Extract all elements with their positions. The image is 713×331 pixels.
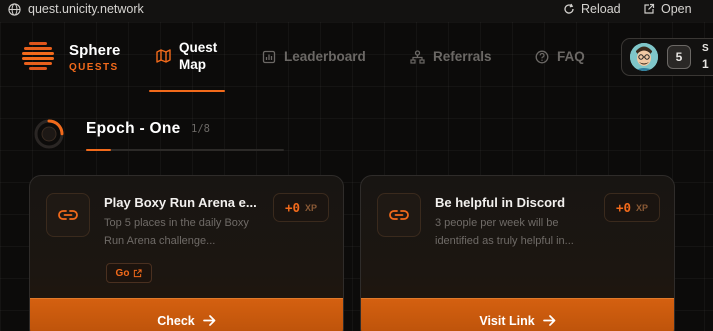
epoch-title: Epoch - One xyxy=(86,120,181,137)
nav-leaderboard[interactable]: Leaderboard xyxy=(262,49,366,64)
quest-description: 3 people per week will be identified as … xyxy=(435,217,574,247)
quest-icon-box xyxy=(46,193,90,237)
browser-bar: quest.unicity.network Reload Open xyxy=(0,0,713,22)
quest-card: Be helpful in Discord 3 people per week … xyxy=(360,175,675,331)
open-label: Open xyxy=(661,2,692,16)
app-header: Sphere QUESTS Quest Map Leaderboard Refe… xyxy=(0,22,713,92)
check-label: Check xyxy=(157,313,195,328)
external-link-icon xyxy=(134,268,143,277)
link-icon xyxy=(58,210,78,220)
profile-name: S xyxy=(702,43,709,54)
nav-faq-label: FAQ xyxy=(557,49,585,64)
map-icon xyxy=(156,49,171,63)
xp-value: +0 xyxy=(284,200,301,215)
xp-badge: +0 XP xyxy=(273,193,329,222)
level-badge: 5 xyxy=(667,45,691,69)
nav-referrals-label: Referrals xyxy=(433,49,492,64)
epoch-progress-bar xyxy=(86,149,284,151)
nav-faq[interactable]: FAQ xyxy=(535,49,585,64)
help-circle-icon xyxy=(535,50,549,63)
nav-quest-map[interactable]: Quest Map xyxy=(156,39,227,73)
quest-icon-box xyxy=(377,193,421,237)
url-display[interactable]: quest.unicity.network xyxy=(8,2,144,16)
avatar xyxy=(630,43,658,71)
external-link-icon xyxy=(644,3,655,14)
arrow-right-icon xyxy=(542,315,556,326)
quest-description: Top 5 places in the daily Boxy Run Arena… xyxy=(104,217,249,247)
quest-card: Play Boxy Run Arena e... Top 5 places in… xyxy=(29,175,344,331)
go-label: Go xyxy=(115,267,130,279)
url-text: quest.unicity.network xyxy=(28,2,144,16)
xp-value: +0 xyxy=(615,200,632,215)
quest-title: Play Boxy Run Arena e... xyxy=(104,195,257,210)
sphere-logo-icon[interactable] xyxy=(20,39,56,75)
check-button[interactable]: Check xyxy=(30,298,343,331)
arrow-right-icon xyxy=(202,315,216,326)
xp-unit: XP xyxy=(636,202,649,213)
go-button[interactable]: Go xyxy=(106,263,152,283)
open-button[interactable]: Open xyxy=(643,2,692,16)
globe-icon xyxy=(8,2,21,16)
profile-points: 1 xyxy=(702,57,709,71)
nav-referrals[interactable]: Referrals xyxy=(410,49,492,64)
epoch-progress-fill xyxy=(86,149,111,151)
visit-link-label: Visit Link xyxy=(479,313,535,328)
reload-button[interactable]: Reload xyxy=(563,2,621,16)
link-icon xyxy=(389,210,409,220)
chart-icon xyxy=(262,50,276,63)
app-root: Sphere QUESTS Quest Map Leaderboard Refe… xyxy=(0,22,713,331)
xp-badge: +0 XP xyxy=(604,193,660,222)
reload-icon xyxy=(564,3,574,14)
avatar-face-icon xyxy=(630,43,658,71)
active-tab-indicator xyxy=(149,90,225,92)
epoch-progress-ring xyxy=(34,119,64,149)
visit-link-button[interactable]: Visit Link xyxy=(361,298,674,331)
brand-subtitle: QUESTS xyxy=(69,62,119,73)
network-icon xyxy=(410,49,425,64)
epoch-count: 1/8 xyxy=(191,123,210,135)
reload-label: Reload xyxy=(581,2,621,16)
nav-quest-map-label: Quest Map xyxy=(179,40,218,72)
nav-leaderboard-label: Leaderboard xyxy=(284,49,366,64)
brand-name: Sphere xyxy=(69,42,121,59)
xp-unit: XP xyxy=(305,202,318,213)
quest-title: Be helpful in Discord xyxy=(435,195,566,210)
profile-chip[interactable]: 5 S 1 xyxy=(621,38,713,76)
